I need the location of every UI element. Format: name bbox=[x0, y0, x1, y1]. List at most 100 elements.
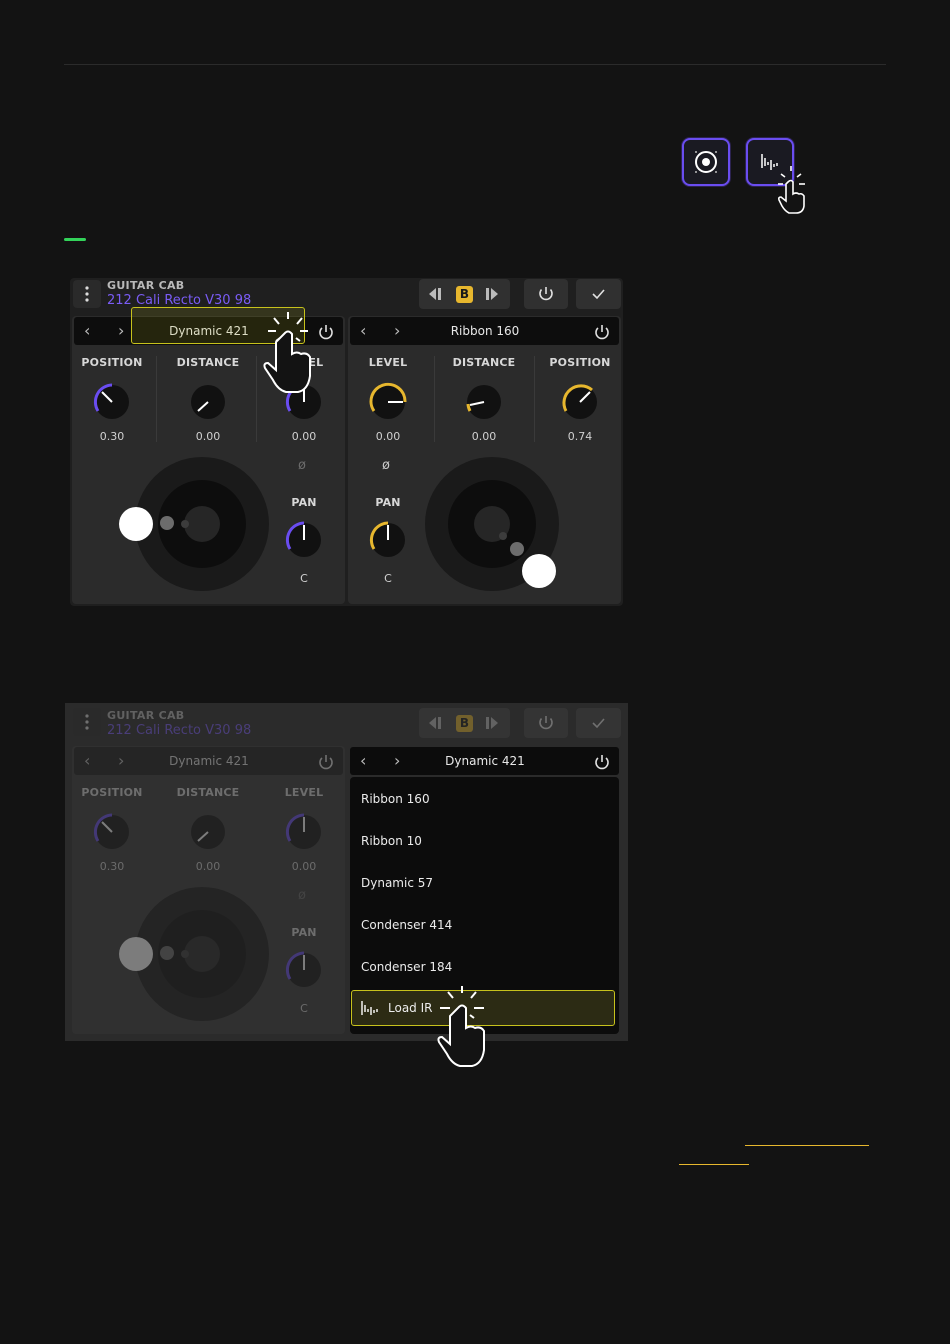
phase-invert-icon[interactable]: ø bbox=[298, 458, 306, 473]
mic-position-pad[interactable] bbox=[112, 456, 282, 596]
chevron-left-icon[interactable]: ‹ bbox=[84, 321, 90, 340]
ab-switcher: B bbox=[419, 279, 510, 309]
pan-value: C bbox=[300, 572, 308, 585]
chevron-left-icon[interactable]: ‹ bbox=[84, 751, 90, 770]
mic-a-panel: ‹ › Dynamic 421 POSITION DISTANCE LEVEL … bbox=[72, 746, 345, 1034]
distance-value: 0.00 bbox=[471, 430, 497, 443]
link-underline[interactable] bbox=[679, 1164, 749, 1165]
distance-knob[interactable] bbox=[186, 380, 230, 424]
mic-position-pad[interactable] bbox=[424, 456, 599, 596]
position-label: POSITION bbox=[549, 356, 611, 369]
dropdown-item[interactable]: Condenser 414 bbox=[361, 918, 452, 932]
power-icon[interactable] bbox=[593, 753, 611, 771]
chevron-right-icon[interactable]: › bbox=[394, 751, 400, 770]
mic-position-handle bbox=[522, 554, 556, 588]
cab-name[interactable]: 212 Cali Recto V30 98 bbox=[107, 723, 251, 738]
pan-label: PAN bbox=[291, 496, 317, 509]
mic-b-selector: ‹ › Ribbon 160 bbox=[350, 317, 619, 345]
hand-pointer-icon bbox=[263, 312, 311, 393]
check-icon bbox=[592, 718, 605, 729]
mic-b-name[interactable]: Ribbon 160 bbox=[410, 324, 560, 338]
divider bbox=[434, 356, 435, 442]
level-knob[interactable] bbox=[366, 380, 410, 424]
impulse-response-icon bbox=[361, 1001, 378, 1015]
chevron-right-icon[interactable]: › bbox=[118, 321, 124, 340]
mic-a-name[interactable]: Dynamic 421 bbox=[134, 754, 284, 768]
pan-knob[interactable] bbox=[282, 518, 326, 562]
position-value: 0.30 bbox=[99, 860, 125, 873]
menu-button[interactable] bbox=[73, 708, 101, 736]
mic-position-handle bbox=[119, 507, 153, 541]
chevron-left-icon[interactable]: ‹ bbox=[360, 321, 366, 340]
position-knob[interactable] bbox=[558, 380, 602, 424]
dropdown-item[interactable]: Condenser 184 bbox=[361, 960, 452, 974]
pan-label: PAN bbox=[291, 926, 317, 939]
cab-name[interactable]: 212 Cali Recto V30 98 bbox=[107, 293, 251, 308]
previous-icon[interactable] bbox=[427, 715, 445, 731]
mic-b-name[interactable]: Dynamic 421 bbox=[410, 754, 560, 768]
power-button[interactable] bbox=[524, 708, 568, 738]
dropdown-item[interactable]: Ribbon 10 bbox=[361, 834, 422, 848]
phase-invert-icon[interactable]: ø bbox=[382, 458, 390, 473]
pan-value: C bbox=[300, 1002, 308, 1015]
cab-title: GUITAR CAB bbox=[107, 709, 185, 722]
distance-value: 0.00 bbox=[195, 430, 221, 443]
level-value: 0.00 bbox=[291, 860, 317, 873]
chevron-left-icon[interactable]: ‹ bbox=[360, 751, 366, 770]
pan-knob[interactable] bbox=[282, 948, 326, 992]
cab-mode-button[interactable] bbox=[682, 138, 730, 186]
pan-value: C bbox=[384, 572, 392, 585]
dropdown-item[interactable]: Dynamic 57 bbox=[361, 876, 433, 890]
mic-b-panel: ‹ › Ribbon 160 LEVEL DISTANCE POSITION 0… bbox=[348, 316, 621, 604]
distance-knob[interactable] bbox=[462, 380, 506, 424]
level-label: LEVEL bbox=[368, 356, 408, 369]
guitar-cab-panel: GUITAR CAB 212 Cali Recto V30 98 B ‹ › D… bbox=[70, 278, 623, 606]
confirm-button[interactable] bbox=[576, 279, 621, 309]
ab-badge[interactable]: B bbox=[456, 286, 473, 303]
cab-title: GUITAR CAB bbox=[107, 279, 185, 292]
chevron-right-icon[interactable]: › bbox=[394, 321, 400, 340]
load-ir-label: Load IR bbox=[388, 1001, 433, 1015]
distance-label: DISTANCE bbox=[452, 356, 516, 369]
guitar-cab-panel-dropdown-open: GUITAR CAB 212 Cali Recto V30 98 B ‹ › D… bbox=[65, 703, 628, 1041]
power-button[interactable] bbox=[524, 279, 568, 309]
level-knob[interactable] bbox=[282, 810, 326, 854]
level-value: 0.00 bbox=[291, 430, 317, 443]
divider bbox=[64, 64, 886, 65]
check-icon bbox=[592, 289, 605, 300]
kebab-icon bbox=[85, 286, 89, 302]
divider bbox=[534, 356, 535, 442]
distance-label: DISTANCE bbox=[176, 786, 240, 799]
mic-position-handle bbox=[119, 937, 153, 971]
pan-knob[interactable] bbox=[366, 518, 410, 562]
chevron-right-icon[interactable]: › bbox=[118, 751, 124, 770]
position-label: POSITION bbox=[81, 786, 143, 799]
ab-badge[interactable]: B bbox=[456, 715, 473, 732]
hand-pointer-icon bbox=[437, 986, 485, 1067]
position-knob[interactable] bbox=[90, 810, 134, 854]
kebab-icon bbox=[85, 714, 89, 730]
distance-label: DISTANCE bbox=[176, 356, 240, 369]
distance-value: 0.00 bbox=[195, 860, 221, 873]
level-label: LEVEL bbox=[284, 786, 324, 799]
position-label: POSITION bbox=[81, 356, 143, 369]
dropdown-item[interactable]: Ribbon 160 bbox=[361, 792, 430, 806]
menu-button[interactable] bbox=[73, 280, 101, 308]
link-underline[interactable] bbox=[745, 1145, 869, 1146]
previous-icon[interactable] bbox=[427, 286, 445, 302]
mic-b-selector: ‹ › Dynamic 421 bbox=[350, 747, 619, 775]
phase-invert-icon[interactable]: ø bbox=[298, 888, 306, 903]
power-icon[interactable] bbox=[317, 753, 335, 771]
position-knob[interactable] bbox=[90, 380, 134, 424]
confirm-button[interactable] bbox=[576, 708, 621, 738]
distance-knob[interactable] bbox=[186, 810, 230, 854]
mic-position-pad[interactable] bbox=[112, 886, 282, 1026]
position-value: 0.74 bbox=[567, 430, 593, 443]
green-indicator bbox=[64, 238, 86, 241]
speaker-icon bbox=[695, 151, 717, 173]
next-icon[interactable] bbox=[483, 286, 501, 302]
power-icon[interactable] bbox=[593, 323, 611, 341]
next-icon[interactable] bbox=[483, 715, 501, 731]
position-value: 0.30 bbox=[99, 430, 125, 443]
level-value: 0.00 bbox=[375, 430, 401, 443]
